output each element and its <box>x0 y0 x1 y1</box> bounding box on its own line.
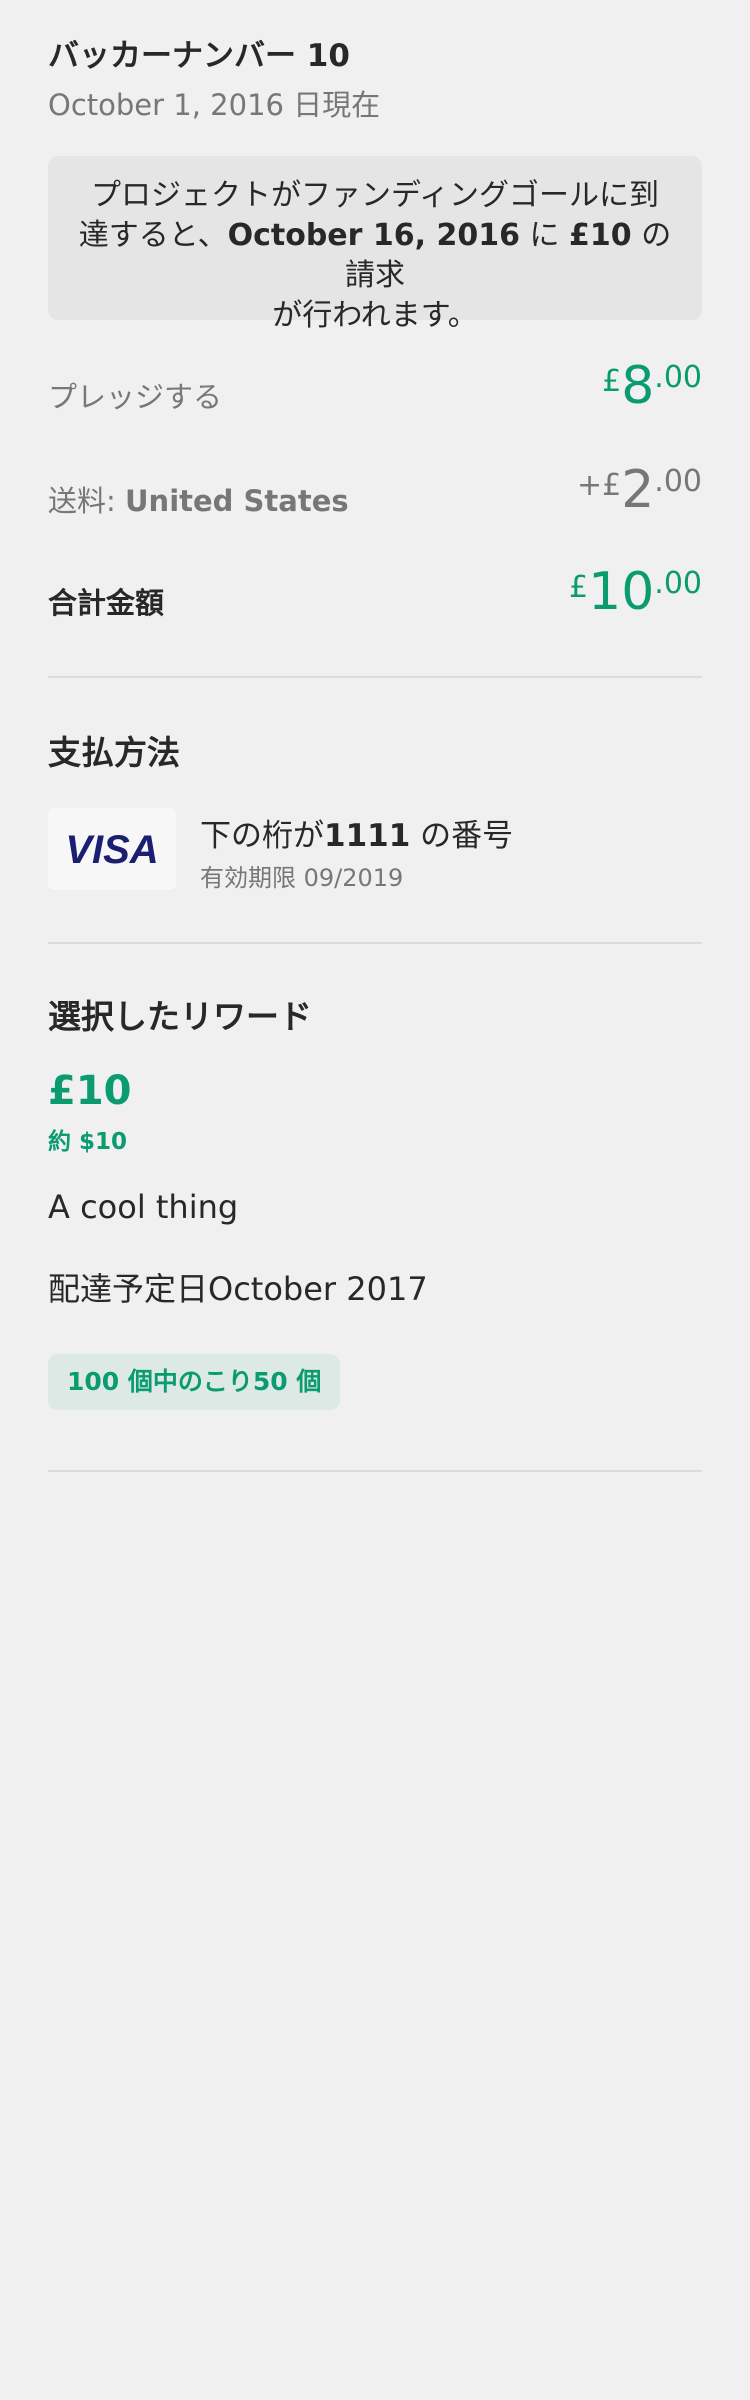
total-amount: £10.00 <box>569 562 702 622</box>
total-whole: 10 <box>588 562 655 622</box>
notice-line-3: が行われます。 <box>272 298 478 333</box>
pledge-row: プレッジする £8.00 <box>48 356 702 426</box>
total-label: 合計金額 <box>48 586 165 620</box>
reward-amount: £10 <box>48 1068 132 1114</box>
shipping-location: United States <box>125 484 349 518</box>
shipping-row: 送料: United States +£2.00 <box>48 460 702 530</box>
divider <box>48 942 702 944</box>
notice-line-2-mid: に <box>519 218 570 253</box>
notice-line-2-pre: 達すると、 <box>78 218 228 253</box>
notice-charge-amount: £10 <box>569 218 632 253</box>
divider <box>48 1470 702 1472</box>
pledge-cents: .00 <box>654 360 702 395</box>
shipping-prefix: +£ <box>576 468 622 503</box>
as-of-date: October 1, 2016 日現在 <box>48 88 381 122</box>
card-expiry: 有効期限 09/2019 <box>200 864 404 892</box>
pledge-label: プレッジする <box>48 380 223 414</box>
card-number: 下の桁が1111 の番号 <box>200 810 513 855</box>
reward-description: A cool thing <box>48 1188 239 1226</box>
pledge-currency: £ <box>602 364 622 399</box>
shipping-amount: +£2.00 <box>577 460 702 520</box>
notice-line-1: プロジェクトがファンディングゴールに到 <box>91 178 659 213</box>
reward-remaining-badge: 100 個中のこり50 個 <box>48 1354 341 1410</box>
payment-method-title: 支払方法 <box>48 733 180 772</box>
selected-reward-title: 選択したリワード <box>48 997 312 1036</box>
total-currency: £ <box>569 570 589 605</box>
pledge-amount: £8.00 <box>602 356 702 416</box>
shipping-label-text: 送料: <box>48 484 116 518</box>
shipping-label: 送料: United States <box>48 478 349 520</box>
visa-icon: VISA <box>65 830 158 870</box>
card-last4: 1111 <box>324 818 411 854</box>
shipping-whole: 2 <box>621 460 655 520</box>
divider <box>48 676 702 678</box>
pledge-whole: 8 <box>621 356 655 416</box>
visa-card-logo: VISA <box>48 808 176 890</box>
total-cents: .00 <box>654 566 702 601</box>
total-row: 合計金額 £10.00 <box>48 562 702 632</box>
notice-charge-date: October 16, 2016 <box>227 218 520 253</box>
reward-delivery-date: 配達予定日October 2017 <box>48 1270 428 1308</box>
funding-notice: プロジェクトがファンディングゴールに到 達すると、October 16, 201… <box>48 156 702 333</box>
shipping-cents: .00 <box>654 464 702 499</box>
reward-converted-amount: 約 $10 <box>48 1129 128 1155</box>
backer-number: バッカーナンバー 10 <box>48 38 350 74</box>
card-prefix: 下の桁が <box>200 818 324 854</box>
card-suffix: の番号 <box>410 818 514 854</box>
visa-logo-text: VISA <box>65 830 158 870</box>
